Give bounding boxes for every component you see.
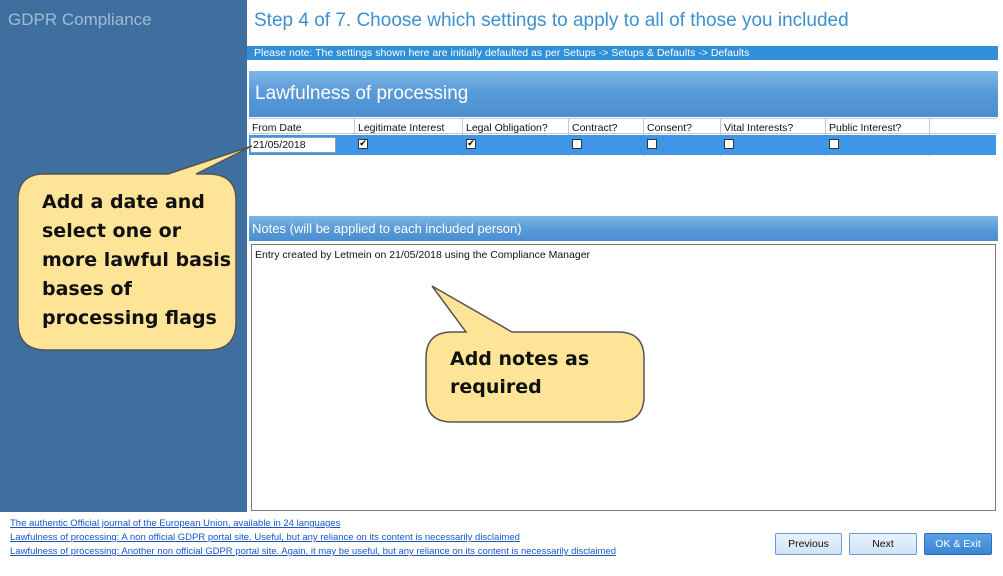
right-callout-text: Add notes as required bbox=[450, 348, 590, 398]
left-callout-text: Add a date and select one or more lawful… bbox=[42, 191, 232, 329]
wizard-window: GDPR Compliance Step 4 of 7. Choose whic… bbox=[0, 0, 1003, 576]
link-gdpr-portal-2[interactable]: Lawfulness of processing: Another non of… bbox=[10, 546, 616, 557]
ok-exit-button[interactable]: OK & Exit bbox=[924, 533, 992, 555]
link-gdpr-portal-1[interactable]: Lawfulness of processing: A non official… bbox=[10, 532, 520, 543]
previous-button[interactable]: Previous bbox=[775, 533, 842, 555]
next-button[interactable]: Next bbox=[849, 533, 917, 555]
link-official-journal[interactable]: The authentic Official journal of the Eu… bbox=[10, 518, 340, 529]
